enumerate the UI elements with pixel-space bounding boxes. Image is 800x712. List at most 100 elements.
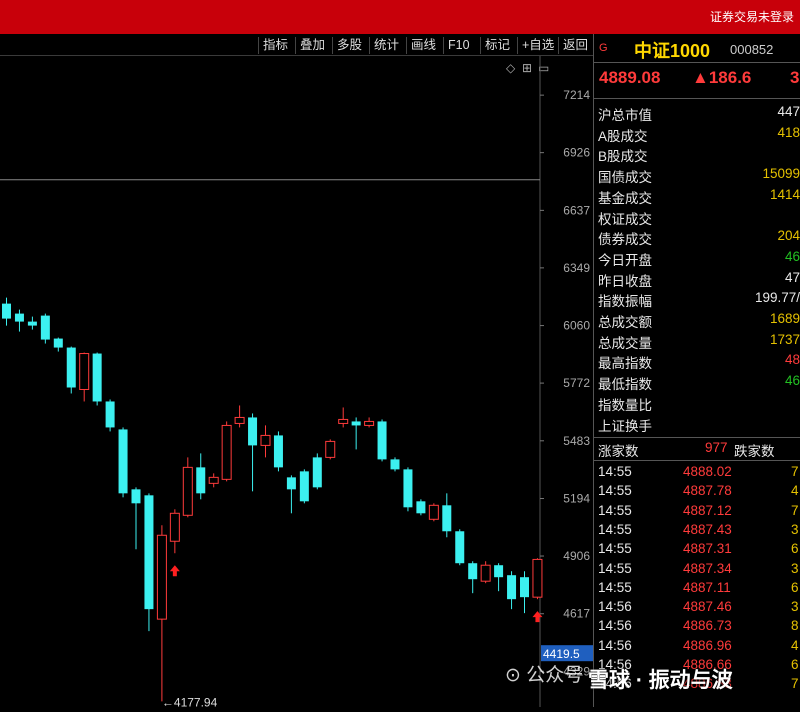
tick-volume: 3 bbox=[791, 521, 799, 537]
candle-body-down bbox=[377, 421, 387, 460]
tick-time: 14:56 bbox=[598, 637, 632, 653]
candle-body-down bbox=[14, 313, 24, 322]
stat-value: 15099 bbox=[762, 166, 800, 182]
stat-label: 债券成交 bbox=[598, 232, 652, 248]
stat-label: 今日开盘 bbox=[598, 252, 652, 268]
stat-value: 1689 bbox=[769, 311, 800, 326]
y-tick-label: 5194 bbox=[563, 492, 590, 506]
min-price-annotation: ←4177.94 bbox=[162, 695, 218, 707]
stat-label: 总成交额 bbox=[598, 315, 652, 330]
tick-price: 4887.46 bbox=[683, 599, 732, 615]
overlay-button[interactable]: 叠加 bbox=[295, 37, 329, 54]
tick-price: 4886.96 bbox=[683, 637, 732, 653]
stat-row: 最低指数 46 bbox=[594, 371, 800, 392]
tick-volume: 3 bbox=[791, 560, 799, 576]
mark-button[interactable]: 标记 bbox=[480, 37, 514, 54]
candle-body-down bbox=[507, 575, 517, 600]
candle-body-up bbox=[428, 504, 439, 520]
stat-value: 418 bbox=[777, 124, 800, 140]
tick-time: 14:55 bbox=[598, 541, 632, 557]
stat-value: 46 bbox=[784, 373, 800, 389]
back-button[interactable]: 返回 bbox=[558, 37, 592, 54]
tick-volume: 6 bbox=[791, 657, 799, 672]
stat-label: 总成交量 bbox=[598, 335, 652, 351]
stat-value: 1737 bbox=[769, 331, 800, 347]
chart-toolbar: 指标 叠加 多股 统计 画线 F10 标记 +自选 返回 bbox=[0, 34, 593, 56]
candle-body-down bbox=[403, 469, 413, 508]
title-bar: 证券交易未登录 bbox=[0, 0, 800, 34]
multi-stock-button[interactable]: 多股 bbox=[332, 37, 366, 54]
stat-row: 最高指数 48 bbox=[594, 350, 800, 372]
buy-signal-arrow bbox=[532, 611, 543, 623]
candle-body-down bbox=[92, 353, 102, 402]
tick-price: 4886.73 bbox=[683, 618, 732, 634]
stat-row: 总成交额 1689 bbox=[594, 309, 800, 330]
index-name: 中证1000 bbox=[634, 41, 711, 61]
candle-body-down bbox=[442, 505, 452, 532]
statistics-button[interactable]: 统计 bbox=[369, 37, 403, 54]
candle-body-up bbox=[532, 558, 543, 598]
divider bbox=[594, 98, 800, 99]
stat-row: A股成交 418 bbox=[594, 123, 800, 144]
up-count-label: 涨家数 bbox=[598, 444, 639, 459]
tick-time: 14:55 bbox=[598, 502, 632, 518]
quote-header: G 中证1000 000852 bbox=[594, 34, 800, 62]
last-price: 4889.08 bbox=[599, 68, 661, 87]
stat-row: B股成交 bbox=[594, 143, 800, 164]
candlestick-chart[interactable]: 7214 6926 6637 6349 6060 5772 5483 5194 4906 4617… bbox=[0, 56, 593, 709]
trade-login-status[interactable]: 证券交易未登录 bbox=[710, 8, 794, 25]
quote-panel: G 中证1000 000852 4889.08 ▲186.6 3 沪总市值 447… bbox=[594, 34, 800, 707]
stat-label: 权证成交 bbox=[598, 211, 652, 227]
tick-time: 14:55 bbox=[598, 483, 632, 499]
tick-price: 4887.31 bbox=[683, 541, 732, 557]
draw-line-button[interactable]: 画线 bbox=[406, 37, 440, 54]
stat-label: 指数振幅 bbox=[598, 294, 652, 310]
candle-body-up bbox=[364, 420, 375, 426]
y-tick-label: 5483 bbox=[563, 434, 590, 448]
tick-row: 14:56 4886.96 4 bbox=[594, 637, 800, 656]
candle-body-down bbox=[53, 338, 63, 348]
candle-body-up bbox=[221, 424, 232, 480]
stat-value: 48 bbox=[784, 352, 800, 368]
tick-price: 4887.78 bbox=[683, 483, 732, 499]
stat-row: 今日开盘 46 bbox=[594, 247, 800, 268]
tick-time: 14:55 bbox=[598, 464, 632, 479]
divider bbox=[594, 460, 800, 461]
candle-body-down bbox=[66, 347, 76, 388]
tick-volume: 6 bbox=[791, 579, 799, 595]
candle-body-up bbox=[325, 440, 336, 458]
add-watchlist-button[interactable]: +自选 bbox=[517, 37, 558, 54]
tick-volume: 6 bbox=[791, 541, 799, 557]
price-change-percent: 3 bbox=[790, 68, 800, 87]
stat-row: 上证换手 bbox=[594, 413, 800, 434]
candle-body-down bbox=[416, 501, 426, 514]
stat-label: 指数量比 bbox=[598, 397, 652, 413]
stat-row: 债券成交 204 bbox=[594, 226, 800, 248]
stat-label: 最高指数 bbox=[598, 356, 652, 372]
candle-body-up bbox=[182, 466, 193, 516]
stat-row: 昨日收盘 47 bbox=[594, 268, 800, 289]
candle-body-up bbox=[169, 512, 180, 542]
price-change: ▲186.6 bbox=[692, 68, 752, 87]
stat-value: 199.77/ bbox=[754, 290, 800, 306]
candle-body-down bbox=[27, 321, 37, 326]
stat-label: 沪总市值 bbox=[598, 108, 652, 123]
candle-body-down bbox=[248, 417, 258, 446]
tick-row: 14:56 4887.46 3 bbox=[594, 598, 800, 617]
candle-body-up bbox=[260, 434, 271, 446]
tick-row: 14:55 4887.43 3 bbox=[594, 521, 800, 540]
stat-row: 指数量比 bbox=[594, 392, 800, 413]
y-tick-label: 6926 bbox=[563, 146, 590, 160]
candle-body-down bbox=[468, 563, 478, 580]
candle-body-down bbox=[299, 471, 309, 502]
wechat-watermark: ⊙ 公众号 bbox=[505, 665, 584, 686]
candle-body-down bbox=[455, 531, 465, 564]
stat-row: 国债成交 15099 bbox=[594, 164, 800, 185]
f10-button[interactable]: F10 bbox=[443, 37, 474, 54]
tick-volume: 7 bbox=[791, 464, 799, 479]
tick-price: 4888.02 bbox=[683, 464, 732, 479]
wechat-watermark-text: 公众号 bbox=[526, 665, 584, 686]
indicator-button[interactable]: 指标 bbox=[258, 37, 292, 54]
stat-value: 47 bbox=[784, 269, 800, 285]
candle-body-down bbox=[118, 429, 128, 494]
